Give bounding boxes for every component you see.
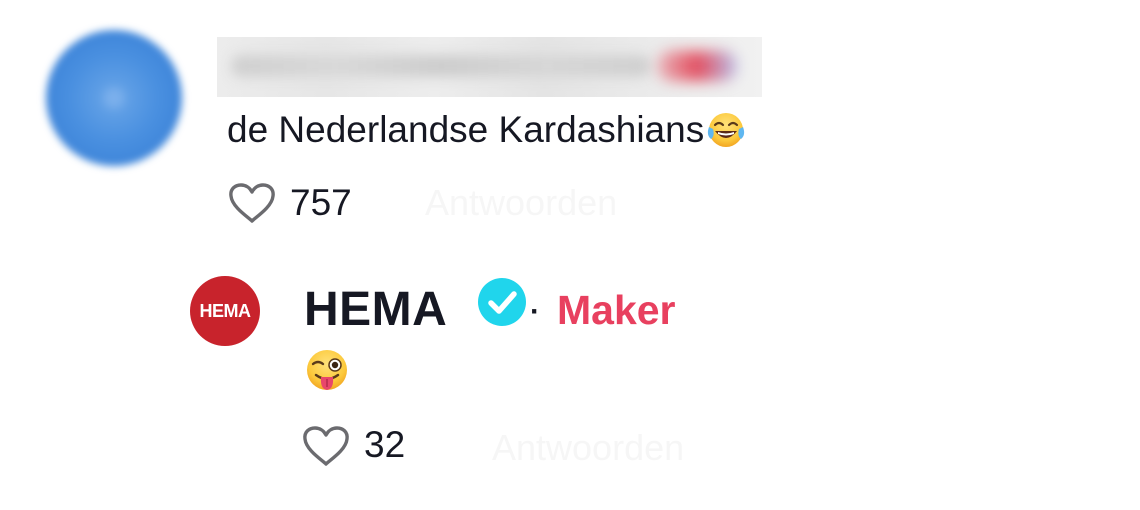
- reply-button[interactable]: Antwoorden: [492, 427, 684, 469]
- comment-text: de Nederlandse Kardashians: [227, 109, 705, 150]
- reply-author-name[interactable]: HEMA: [304, 283, 447, 337]
- hema-logo-text: HEMA: [199, 300, 252, 321]
- like-count: 757: [290, 182, 352, 223]
- separator-dot: ·: [530, 295, 540, 328]
- reply-button[interactable]: Antwoorden: [425, 182, 617, 224]
- commenter-avatar[interactable]: [46, 30, 182, 166]
- comment-body: de Nederlandse Kardashians: [227, 108, 746, 152]
- winking-face-with-tongue-icon: [307, 350, 347, 390]
- like-count: 32: [364, 424, 406, 465]
- heart-like-icon[interactable]: [226, 180, 278, 226]
- commenter-username-redacted[interactable]: [217, 37, 762, 97]
- face-with-tears-of-joy-icon: [708, 113, 745, 147]
- creator-badge: Maker: [557, 287, 676, 333]
- verified-badge-icon: [478, 278, 526, 326]
- hema-avatar[interactable]: HEMA: [190, 276, 260, 346]
- heart-like-icon[interactable]: [300, 423, 352, 469]
